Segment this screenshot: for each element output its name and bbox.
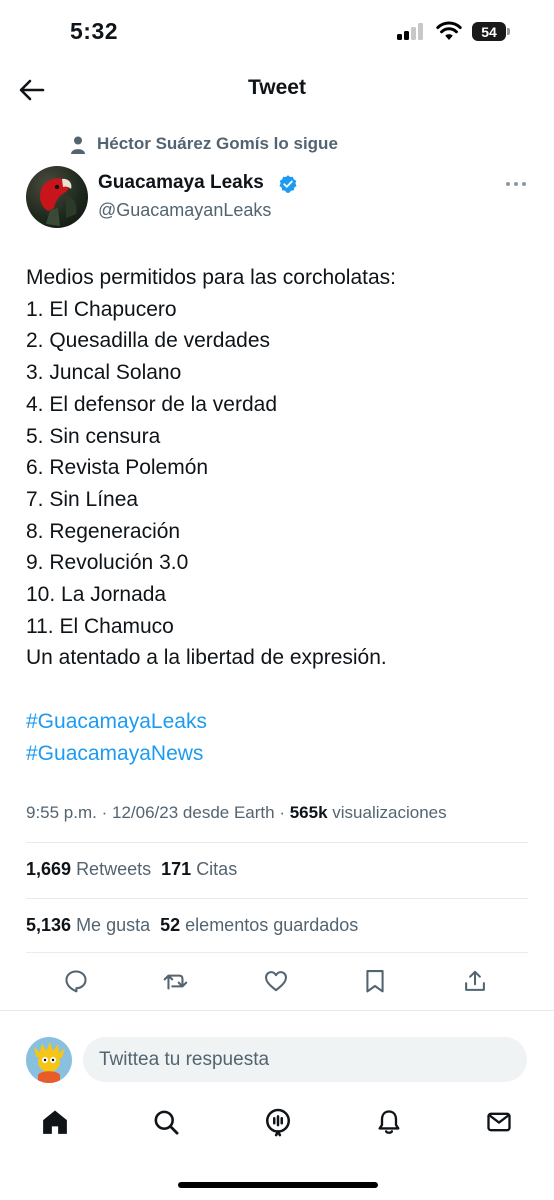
bookmarks-label: elementos guardados [185, 915, 359, 935]
tweet-time[interactable]: 9:55 p.m. [26, 803, 97, 822]
tweet-line: 2. Quesadilla de verdades [26, 329, 270, 353]
verified-badge-icon [279, 175, 297, 193]
likes-count: 5,136 [26, 915, 72, 935]
quotes-link[interactable]: 171 Citas [161, 859, 237, 879]
tweet-line: 8. Regeneración [26, 519, 181, 543]
tweet-line: Un atentado a la libertad de expresión. [26, 646, 387, 670]
author-display-name[interactable]: Guacamaya Leaks [98, 172, 264, 194]
social-context-text[interactable]: Héctor Suárez Gomís lo sigue [97, 134, 338, 154]
more-options-icon[interactable] [506, 176, 530, 192]
reply-input[interactable]: Twittea tu respuesta [83, 1037, 527, 1082]
status-time: 5:32 [70, 18, 119, 44]
share-button[interactable] [460, 966, 490, 996]
divider [26, 952, 528, 953]
divider [0, 1010, 554, 1011]
tab-messages[interactable] [483, 1106, 515, 1138]
spaces-icon [265, 1108, 291, 1137]
tweet-source: desde Earth [182, 803, 275, 822]
person-icon [71, 136, 85, 154]
views-count: 565k [289, 803, 328, 822]
share-icon [465, 970, 485, 991]
home-indicator[interactable] [178, 1182, 378, 1188]
battery-level: 54 [472, 22, 506, 41]
hashtag-link[interactable]: #GuacamayaLeaks [26, 706, 536, 738]
views-label: visualizaciones [332, 803, 447, 822]
cartoon-avatar-icon [34, 1042, 65, 1083]
retweet-icon [163, 974, 188, 990]
bookmarks-link[interactable]: 52 elementos guardados [160, 915, 358, 935]
wifi-icon [436, 21, 462, 40]
tweet-line: 9. Revolución 3.0 [26, 551, 189, 575]
like-button[interactable] [261, 966, 291, 996]
tweet-line: 3. Juncal Solano [26, 361, 182, 385]
author-handle[interactable]: @GuacamayanLeaks [98, 200, 271, 221]
messages-icon [487, 1112, 511, 1132]
bookmark-icon [366, 970, 384, 993]
bookmarks-count: 52 [160, 915, 181, 935]
tweet-line: 5. Sin censura [26, 424, 161, 448]
reply-icon [65, 970, 87, 993]
author-avatar[interactable] [26, 166, 88, 228]
tweet-meta: 9:55 p.m. · 12/06/23 desde Earth · 565k … [26, 803, 447, 822]
bookmark-button[interactable] [360, 966, 390, 996]
tweet-line: 1. El Chapucero [26, 297, 177, 321]
retweets-count: 1,669 [26, 859, 72, 879]
tab-spaces[interactable] [262, 1106, 294, 1138]
tweet-date[interactable]: 12/06/23 [112, 803, 178, 822]
like-stats: 5,136 Me gusta 52 elementos guardados [26, 915, 358, 936]
retweets-link[interactable]: 1,669 Retweets [26, 859, 151, 879]
tab-search[interactable] [150, 1106, 182, 1138]
tweet-line: 4. El defensor de la verdad [26, 392, 277, 416]
battery-nub [507, 28, 510, 35]
retweet-stats: 1,669 Retweets 171 Citas [26, 859, 237, 880]
tweet-line: 10. La Jornada [26, 583, 167, 607]
tweet-line: Medios permitidos para las corcholatas: [26, 266, 397, 289]
tweet-line: 7. Sin Línea [26, 487, 139, 511]
like-icon [265, 971, 287, 992]
tweet-text: Medios permitidos para las corcholatas: … [26, 262, 536, 769]
hashtag-link[interactable]: #GuacamayaNews [26, 738, 536, 770]
notifications-icon [378, 1110, 400, 1134]
likes-label: Me gusta [76, 915, 151, 935]
quotes-count: 171 [161, 859, 192, 879]
divider [26, 842, 528, 843]
home-icon [43, 1110, 67, 1134]
retweets-label: Retweets [76, 859, 152, 879]
reply-button[interactable] [61, 966, 91, 996]
tweet-line: 6. Revista Polemón [26, 456, 209, 480]
divider [26, 898, 528, 899]
reply-placeholder: Twittea tu respuesta [99, 1048, 270, 1070]
user-avatar[interactable] [26, 1037, 72, 1083]
tab-home[interactable] [39, 1106, 71, 1138]
retweet-button[interactable] [161, 966, 191, 996]
quotes-label: Citas [196, 859, 238, 879]
tweet-line: 11. El Chamuco [26, 614, 174, 638]
likes-link[interactable]: 5,136 Me gusta [26, 915, 150, 935]
tab-notifications[interactable] [373, 1106, 405, 1138]
cellular-signal-icon [397, 22, 425, 40]
page-title: Tweet [248, 76, 306, 99]
parrot-avatar-icon [40, 178, 77, 226]
search-icon [154, 1110, 179, 1135]
